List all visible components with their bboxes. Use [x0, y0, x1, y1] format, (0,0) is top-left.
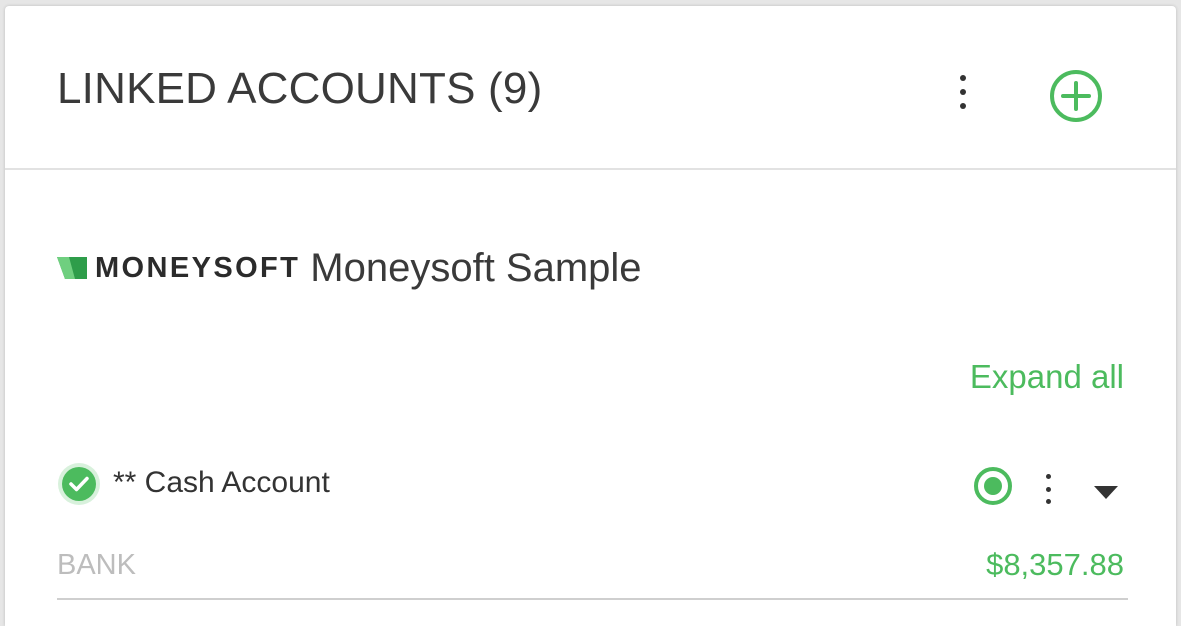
linked-accounts-card: LINKED ACCOUNTS (9) MONEYSOFT Moneysoft … [5, 6, 1176, 626]
account-type: BANK [57, 549, 136, 581]
more-vert-icon[interactable] [955, 75, 971, 109]
account-more-vert-icon[interactable] [1042, 474, 1054, 504]
page-title: LINKED ACCOUNTS (9) [57, 64, 543, 113]
provider-logo-text: MONEYSOFT [95, 251, 301, 284]
account-balance: $8,357.88 [986, 547, 1124, 582]
moneysoft-logo-icon [57, 257, 87, 279]
provider-name: Moneysoft Sample [310, 245, 642, 290]
row-divider [57, 598, 1128, 600]
chevron-down-icon[interactable] [1094, 486, 1118, 500]
account-row[interactable]: ** Cash Account [57, 458, 1128, 518]
expand-all-link[interactable]: Expand all [970, 358, 1124, 396]
radio-selected-icon[interactable] [971, 464, 1015, 508]
provider-header: MONEYSOFT Moneysoft Sample [57, 238, 642, 298]
add-circle-icon[interactable] [1047, 67, 1105, 125]
account-name: ** Cash Account [113, 466, 330, 499]
check-circle-icon [58, 463, 100, 505]
card-header: LINKED ACCOUNTS (9) [5, 6, 1176, 170]
